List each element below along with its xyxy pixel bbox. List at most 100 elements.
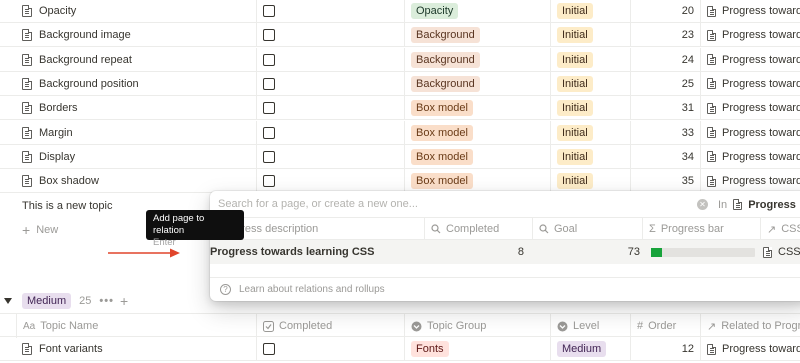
topic-name-cell[interactable]: Box shadow (16, 169, 256, 193)
related-page-link[interactable]: Progress towards learning CSS (722, 54, 800, 66)
completed-cell[interactable] (256, 47, 404, 72)
topic-name-cell[interactable]: Borders (16, 96, 256, 120)
related-page-link[interactable]: Progress towards learning CSS (722, 102, 800, 114)
table-row[interactable]: Background position Background Initial 25 Pr… (0, 71, 800, 96)
topic-name-cell[interactable]: Font variants (16, 337, 256, 361)
order-cell[interactable]: 33 (630, 120, 700, 145)
topic-name-cell[interactable]: Opacity (16, 0, 256, 23)
related-cell[interactable]: Progress towards learning CSS (700, 23, 800, 48)
level-cell[interactable]: Initial (550, 71, 630, 96)
topic-group-cell[interactable]: Box model (404, 96, 550, 121)
topic-name-cell[interactable]: Background repeat (16, 48, 256, 72)
help-footer[interactable]: ? Learn about relations and rollups (210, 277, 800, 301)
add-to-group-icon[interactable]: + (120, 293, 128, 309)
table-row[interactable]: Margin Box model Initial 33 Progress towards… (0, 120, 800, 145)
topic-group-cell[interactable]: Background (404, 23, 550, 48)
related-cell[interactable]: Progress towards learning CSS (700, 120, 800, 145)
database-scope[interactable]: In Progress (718, 191, 796, 218)
completed-checkbox[interactable] (263, 175, 275, 188)
completed-cell[interactable] (256, 169, 404, 194)
clear-search-icon[interactable]: ✕ (697, 199, 708, 210)
topic-name-cell[interactable]: Background position (16, 72, 256, 96)
header-related[interactable]: ↗ Related to Progress (700, 314, 800, 338)
topic-group-cell[interactable]: Fonts (404, 337, 550, 361)
related-cell[interactable]: Progress towards learning CSS (700, 47, 800, 72)
table-row[interactable]: Background repeat Background Initial 24 Prog… (0, 47, 800, 72)
related-cell[interactable]: Progress towards learning CSS (700, 71, 800, 96)
related-cell[interactable]: Progress towards learning CSS (700, 144, 800, 169)
table-row[interactable]: Borders Box model Initial 31 Progress toward… (0, 96, 800, 121)
order-cell[interactable]: 23 (630, 23, 700, 48)
new-row-button[interactable]: + New (16, 218, 58, 242)
completed-cell[interactable] (256, 96, 404, 121)
level-cell[interactable]: Initial (550, 144, 630, 169)
completed-checkbox[interactable] (263, 343, 275, 355)
relation-search-input[interactable] (210, 198, 680, 210)
level-cell[interactable]: Initial (550, 96, 630, 121)
level-cell[interactable]: Initial (550, 23, 630, 48)
completed-checkbox[interactable] (263, 77, 275, 90)
completed-cell[interactable] (256, 71, 404, 96)
result-title-cell[interactable]: + Progress towards learning CSS (210, 240, 424, 264)
header-level[interactable]: Level (550, 314, 630, 338)
level-cell[interactable]: Initial (550, 0, 630, 23)
related-page-link[interactable]: Progress towards learning CSS (722, 343, 800, 355)
level-tag: Initial (557, 124, 593, 141)
completed-checkbox[interactable] (263, 29, 275, 42)
related-cell[interactable]: Progress towards learning CSS (700, 96, 800, 121)
topic-name-cell[interactable]: Display (16, 145, 256, 169)
completed-cell[interactable] (256, 144, 404, 169)
completed-cell[interactable] (256, 337, 404, 361)
completed-cell[interactable] (256, 0, 404, 23)
completed-checkbox[interactable] (263, 102, 275, 115)
level-cell[interactable]: Initial (550, 120, 630, 145)
topic-name-cell[interactable]: Background image (16, 23, 256, 47)
related-page-link[interactable]: Progress towards learning CSS (722, 175, 800, 187)
level-cell[interactable]: Initial (550, 47, 630, 72)
related-page-link[interactable]: Progress towards learning CSS (722, 29, 800, 41)
completed-checkbox[interactable] (263, 53, 275, 66)
more-options-icon[interactable]: ••• (99, 295, 114, 307)
completed-cell[interactable] (256, 120, 404, 145)
header-completed[interactable]: Completed (256, 314, 404, 338)
related-cell[interactable]: Progress towards learning CSS (700, 337, 800, 361)
topic-group-cell[interactable]: Box model (404, 144, 550, 169)
level-cell[interactable]: Initial (550, 169, 630, 194)
table-row[interactable]: Font variants Fonts Medium 12 Progress t… (0, 337, 800, 361)
related-page-link[interactable]: Progress towards learning CSS (722, 78, 800, 90)
related-page-link[interactable]: Progress towards learning CSS (722, 151, 800, 163)
completed-checkbox[interactable] (263, 126, 275, 139)
header-topic-group[interactable]: Topic Group (404, 314, 550, 338)
topic-group-cell[interactable]: Background (404, 71, 550, 96)
level-cell[interactable]: Medium (550, 337, 630, 361)
order-cell[interactable]: 12 (630, 337, 700, 361)
related-page-link[interactable]: Progress towards learning CSS (722, 127, 800, 139)
table-row[interactable]: Background image Background Initial 23 Progr… (0, 23, 800, 48)
table-row[interactable]: Box shadow Box model Initial 35 Progress tow… (0, 169, 800, 194)
topic-name-cell[interactable]: Margin (16, 121, 256, 145)
completed-checkbox[interactable] (263, 5, 275, 17)
header-topic-name[interactable]: Aa Topic Name (16, 314, 256, 338)
topic-group-cell[interactable]: Box model (404, 120, 550, 145)
topic-group-cell[interactable]: Box model (404, 169, 550, 194)
table-row[interactable]: Display Box model Initial 34 Progress toward… (0, 144, 800, 169)
related-page-link[interactable]: Progress towards learning CSS (722, 5, 800, 17)
caret-down-icon[interactable] (4, 298, 12, 304)
help-link[interactable]: Learn about relations and rollups (239, 284, 385, 295)
order-cell[interactable]: 20 (630, 0, 700, 23)
relation-result-row[interactable]: + Progress towards learning CSS 8 73 CSS (210, 240, 800, 264)
completed-cell[interactable] (256, 23, 404, 48)
order-cell[interactable]: 31 (630, 96, 700, 121)
result-goal-cell: 73 (532, 240, 642, 264)
order-cell[interactable]: 24 (630, 47, 700, 72)
header-order[interactable]: # Order (630, 314, 700, 338)
order-cell[interactable]: 34 (630, 144, 700, 169)
order-cell[interactable]: 35 (630, 169, 700, 194)
topic-group-cell[interactable]: Opacity (404, 0, 550, 23)
completed-checkbox[interactable] (263, 150, 275, 163)
topic-group-cell[interactable]: Background (404, 47, 550, 72)
related-cell[interactable]: Progress towards learning CSS (700, 0, 800, 23)
related-cell[interactable]: Progress towards learning CSS (700, 169, 800, 194)
table-row[interactable]: Opacity Opacity Initial 20 Progress towards … (0, 0, 800, 23)
order-cell[interactable]: 25 (630, 71, 700, 96)
